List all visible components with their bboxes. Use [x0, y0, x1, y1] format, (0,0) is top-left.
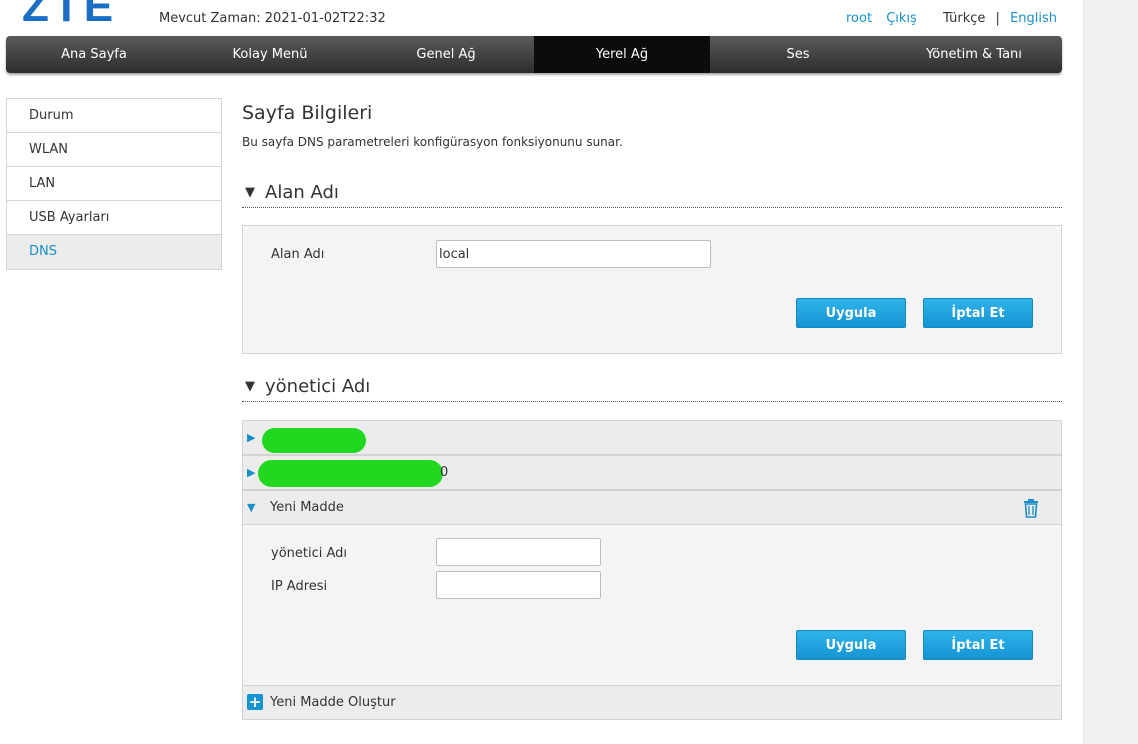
user-link[interactable]: root [846, 11, 872, 26]
nav-yerel-ag[interactable]: Yerel Ağ [534, 36, 710, 73]
section-alan-adi-title: Alan Adı [265, 182, 339, 203]
logout-link[interactable]: Çıkış [886, 11, 917, 26]
host-name-label: yönetici Adı [271, 546, 348, 561]
domain-name-label: Alan Adı [271, 247, 325, 262]
new-item-panel: yönetici Adı IP Adresi Uygula İptal Et [242, 525, 1062, 686]
right-gutter [1083, 0, 1138, 744]
create-new-item-label: Yeni Madde Oluştur [270, 695, 396, 710]
expand-triangle-icon: ▶ [247, 466, 256, 479]
zte-logo: ZTE [22, 0, 118, 31]
collapse-triangle-icon: ▼ [247, 501, 256, 514]
nav-ana-sayfa[interactable]: Ana Sayfa [6, 36, 182, 73]
host-entry-suffix: 0 [440, 465, 449, 480]
host-cancel-button[interactable]: İptal Et [923, 630, 1033, 660]
main-nav: Ana Sayfa Kolay Menü Genel Ağ Yerel Ağ S… [6, 36, 1062, 73]
current-time: Mevcut Zaman: 2021-01-02T22:32 [159, 11, 386, 26]
host-entry-row[interactable]: ▶ [242, 420, 1062, 455]
sidebar-item-usb-ayarlari[interactable]: USB Ayarları [7, 201, 221, 235]
collapse-triangle-icon: ▼ [245, 185, 255, 200]
domain-name-input[interactable] [436, 240, 711, 268]
page-description: Bu sayfa DNS parametreleri konfigürasyon… [242, 135, 623, 149]
plus-icon: + [247, 693, 263, 711]
section-host-header[interactable]: ▼ yönetici Adı [242, 372, 1062, 402]
collapse-triangle-icon: ▼ [245, 379, 255, 394]
nav-ses[interactable]: Ses [710, 36, 886, 73]
trash-icon[interactable] [1022, 498, 1040, 518]
section-alan-adi-header[interactable]: ▼ Alan Adı [242, 178, 1062, 208]
top-links: root Çıkış Türkçe | English [846, 11, 1057, 26]
domain-cancel-button[interactable]: İptal Et [923, 298, 1033, 328]
host-apply-button[interactable]: Uygula [796, 630, 906, 660]
domain-panel: Alan Adı Uygula İptal Et [242, 225, 1062, 354]
redacted-host-entry [262, 428, 366, 453]
section-host-title: yönetici Adı [265, 376, 371, 397]
nav-kolay-menu[interactable]: Kolay Menü [182, 36, 358, 73]
host-name-input[interactable] [436, 538, 601, 566]
ip-address-label: IP Adresi [271, 579, 328, 594]
create-new-item-row[interactable]: + Yeni Madde Oluştur [242, 685, 1062, 720]
ip-address-input[interactable] [436, 571, 601, 599]
language-separator: | [995, 11, 1000, 26]
sidebar-item-durum[interactable]: Durum [7, 99, 221, 133]
new-item-row[interactable]: ▼ Yeni Madde [242, 490, 1062, 525]
sidebar-item-dns[interactable]: DNS [7, 235, 221, 269]
sidebar: Durum WLAN LAN USB Ayarları DNS [6, 98, 222, 270]
language-english-link[interactable]: English [1010, 11, 1057, 26]
redacted-host-entry [258, 460, 443, 487]
expand-triangle-icon: ▶ [247, 431, 256, 444]
language-current: Türkçe [942, 11, 986, 26]
host-entry-row[interactable]: ▶ 0 [242, 455, 1062, 490]
page-title: Sayfa Bilgileri [242, 102, 373, 124]
sidebar-item-lan[interactable]: LAN [7, 167, 221, 201]
new-item-title: Yeni Madde [270, 500, 344, 515]
sidebar-item-wlan[interactable]: WLAN [7, 133, 221, 167]
nav-yonetim-tani[interactable]: Yönetim & Tanı [886, 36, 1062, 73]
domain-apply-button[interactable]: Uygula [796, 298, 906, 328]
nav-genel-ag[interactable]: Genel Ağ [358, 36, 534, 73]
